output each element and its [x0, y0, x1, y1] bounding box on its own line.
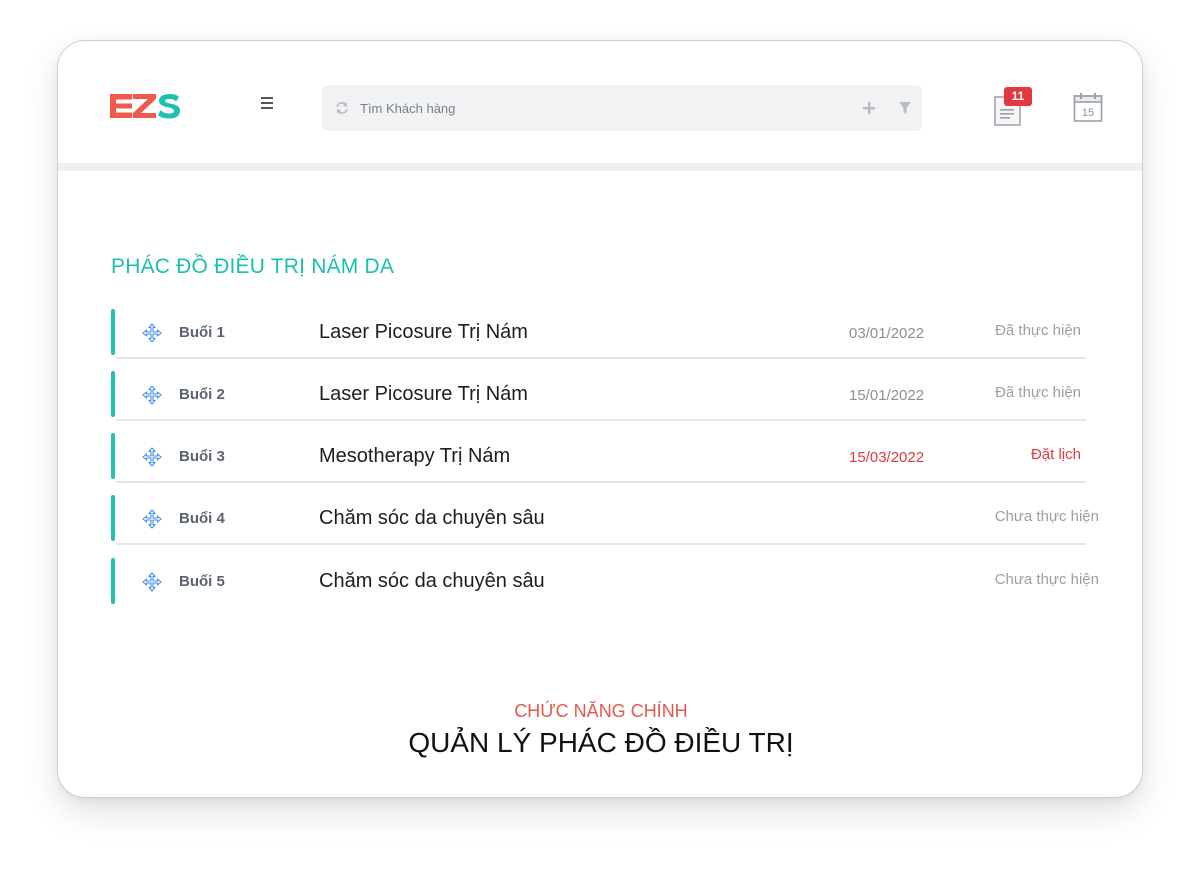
session-date: 15/01/2022: [849, 387, 925, 404]
calendar-day: 15: [1082, 107, 1094, 119]
calendar-icon: 15: [1073, 93, 1103, 122]
session-date: 03/01/2022: [849, 325, 925, 342]
plus-icon[interactable]: [862, 101, 876, 115]
header-divider: [58, 163, 1142, 171]
filter-icon[interactable]: [898, 101, 912, 115]
service-name[interactable]: Laser Picosure Trị Nám: [319, 383, 528, 406]
search-input[interactable]: [360, 85, 840, 131]
service-name[interactable]: Laser Picosure Trị Nám: [319, 321, 528, 344]
session-label: Buổi 2: [179, 386, 225, 403]
service-name[interactable]: Chăm sóc da chuyên sâu: [319, 570, 545, 593]
ezs-logo[interactable]: [108, 91, 182, 121]
row-accent-bar: [111, 495, 115, 541]
session-status: Đã thực hiện: [995, 384, 1081, 401]
move-arrows-icon[interactable]: [142, 572, 162, 592]
service-name[interactable]: Mesotherapy Trị Nám: [319, 445, 510, 468]
session-status: Chưa thực hiện: [994, 571, 1099, 588]
move-arrows-icon[interactable]: [142, 447, 162, 467]
session-label: Buổi 1: [179, 324, 225, 341]
row-accent-bar: [111, 433, 115, 479]
notifications-button[interactable]: 11: [992, 87, 1032, 127]
session-date: 15/03/2022: [849, 449, 925, 466]
hamburger-icon: [261, 97, 273, 109]
row-accent-bar: [111, 371, 115, 417]
treatment-row[interactable]: Buổi 4 Chăm sóc da chuyên sâu Chưa thực …: [111, 495, 1101, 545]
menu-button[interactable]: [258, 94, 276, 112]
customer-search-bar: [322, 85, 922, 131]
app-window: 11 15 PHÁC ĐỒ ĐIỀU TRỊ NÁM DA Buổi 1 Las…: [57, 40, 1143, 798]
row-accent-bar: [111, 558, 115, 604]
feature-title: QUẢN LÝ PHÁC ĐỒ ĐIỀU TRỊ: [408, 727, 794, 758]
refresh-icon[interactable]: [334, 100, 350, 116]
move-arrows-icon[interactable]: [142, 385, 162, 405]
treatment-row[interactable]: Buổi 1 Laser Picosure Trị Nám 03/01/2022…: [111, 309, 1101, 359]
treatment-row[interactable]: Buổi 3 Mesotherapy Trị Nám 15/03/2022 Đặ…: [111, 433, 1101, 483]
session-label: Buổi 4: [179, 510, 225, 527]
service-name[interactable]: Chăm sóc da chuyên sâu: [319, 507, 545, 530]
move-arrows-icon[interactable]: [142, 323, 162, 343]
top-header: 11 15: [58, 41, 1142, 163]
row-divider: [116, 357, 1086, 359]
move-arrows-icon[interactable]: [142, 509, 162, 529]
treatment-row[interactable]: Buổi 2 Laser Picosure Trị Nám 15/01/2022…: [111, 371, 1101, 421]
treatment-row[interactable]: Buổi 5 Chăm sóc da chuyên sâu Chưa thực …: [111, 558, 1101, 606]
section-title: PHÁC ĐỒ ĐIỀU TRỊ NÁM DA: [111, 255, 395, 278]
row-divider: [116, 419, 1086, 421]
notification-badge: 11: [1004, 87, 1032, 106]
feature-subtitle: CHỨC NĂNG CHÍNH: [514, 701, 688, 721]
calendar-button[interactable]: 15: [1072, 91, 1104, 123]
book-appointment-link[interactable]: Đặt lịch: [1031, 446, 1081, 463]
row-divider: [116, 481, 1086, 483]
session-status: Chưa thực hiện: [994, 508, 1099, 525]
row-accent-bar: [111, 309, 115, 355]
session-status: Đã thực hiện: [995, 322, 1081, 339]
session-label: Buổi 3: [179, 448, 225, 465]
session-label: Buổi 5: [179, 573, 225, 590]
row-divider: [116, 543, 1086, 545]
